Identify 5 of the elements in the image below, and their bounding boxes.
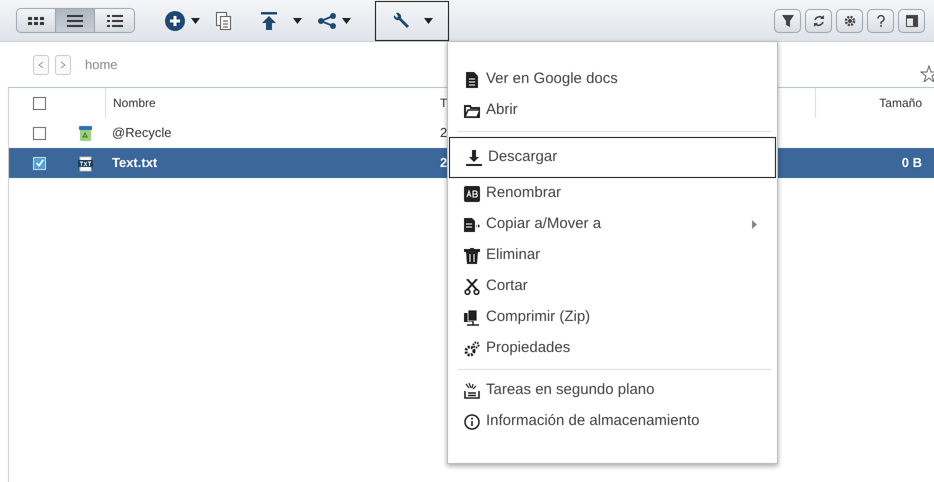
table-cell: 2 — [440, 155, 448, 170]
file-name: @Recycle — [112, 124, 172, 142]
file-name: Text.txt — [112, 154, 158, 172]
table-cell: 2 — [440, 125, 448, 140]
file-size: 0 B — [902, 155, 922, 170]
